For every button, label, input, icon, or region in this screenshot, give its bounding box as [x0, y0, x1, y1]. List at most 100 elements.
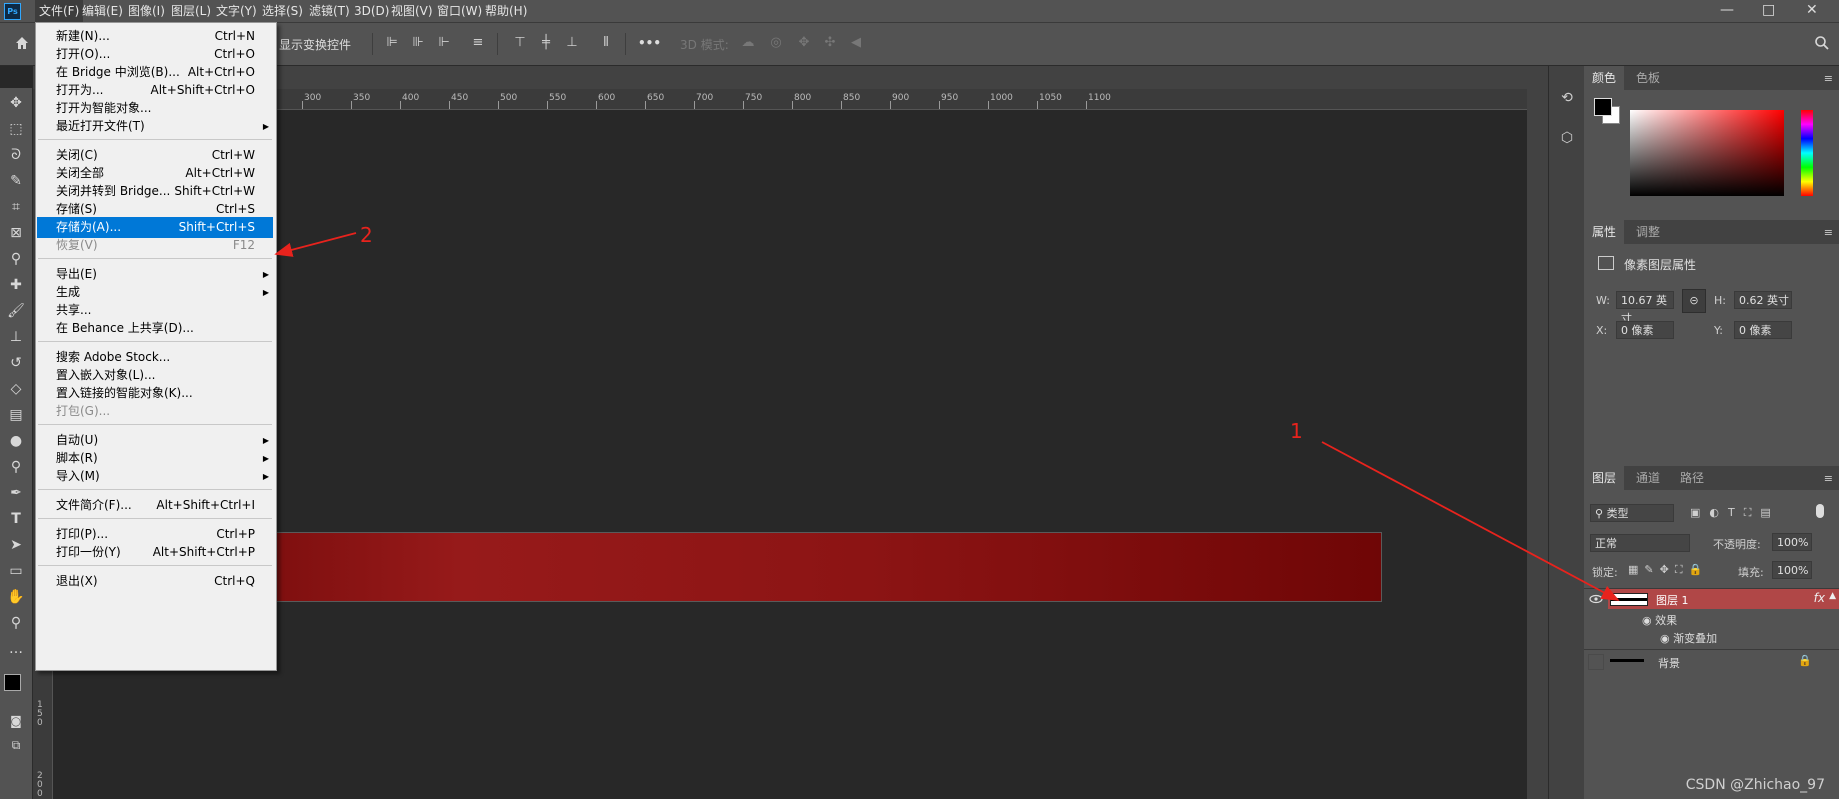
- file-menu-item[interactable]: 文件简介(F)... Alt+Shift+Ctrl+I: [37, 495, 273, 516]
- type-tool-icon[interactable]: T: [5, 508, 27, 530]
- history-panel-icon[interactable]: ⟲: [1557, 88, 1577, 108]
- layer-filter-kind[interactable]: ⚲ 类型: [1590, 504, 1674, 522]
- panel-menu-icon[interactable]: ≡: [1824, 226, 1833, 239]
- fx-badge[interactable]: fx: [1814, 591, 1825, 605]
- history-brush-tool-icon[interactable]: ↺: [5, 352, 27, 374]
- lock-icons[interactable]: ▦✎✥⛶🔒: [1628, 563, 1708, 577]
- zoom-tool-icon[interactable]: ⚲: [5, 612, 27, 634]
- menu-type[interactable]: 文字(Y): [212, 0, 261, 22]
- maximize-button[interactable]: □: [1762, 0, 1775, 22]
- effects-row[interactable]: ◉ 效果: [1642, 612, 1677, 628]
- menu-filter[interactable]: 滤镜(T): [305, 0, 354, 22]
- minimize-button[interactable]: —: [1720, 0, 1734, 22]
- frame-tool-icon[interactable]: ⊠: [5, 222, 27, 244]
- tab-paths[interactable]: 路径: [1672, 466, 1712, 490]
- hand-tool-icon[interactable]: ✋: [5, 586, 27, 608]
- file-menu-item[interactable]: 在 Behance 上共享(D)...: [37, 318, 273, 339]
- collapse-effects-icon[interactable]: ▲: [1829, 591, 1836, 601]
- align-right-icon[interactable]: ⊩: [436, 35, 452, 51]
- more-options-button[interactable]: •••: [638, 36, 661, 50]
- eyedropper-tool-icon[interactable]: ⚲: [5, 248, 27, 270]
- x-field[interactable]: 0 像素: [1616, 321, 1674, 339]
- distribute-v-icon[interactable]: ⦀: [598, 35, 614, 51]
- menu-image[interactable]: 图像(I): [124, 0, 169, 22]
- filter-toggle-icon[interactable]: [1816, 504, 1824, 518]
- blend-mode-select[interactable]: 正常: [1590, 534, 1690, 552]
- background-layer-name[interactable]: 背景: [1658, 655, 1680, 671]
- y-field[interactable]: 0 像素: [1734, 321, 1792, 339]
- menu-select[interactable]: 选择(S): [258, 0, 307, 22]
- fill-field[interactable]: 100%: [1772, 561, 1812, 579]
- clone-stamp-tool-icon[interactable]: ⊥: [5, 326, 27, 348]
- file-menu-item[interactable]: 最近打开文件(T) ▶: [37, 116, 273, 137]
- layer-row-selected[interactable]: 图层 1 fx ▲: [1608, 589, 1839, 609]
- 3d-orbit-icon[interactable]: ☁: [740, 35, 756, 51]
- lasso-tool-icon[interactable]: ᘐ: [5, 144, 27, 166]
- height-field[interactable]: 0.62 英寸: [1734, 291, 1792, 309]
- show-transform-controls[interactable]: 显示变换控件: [279, 36, 351, 53]
- width-field[interactable]: 10.67 英寸: [1616, 291, 1674, 325]
- align-middle-v-icon[interactable]: ╪: [538, 35, 554, 51]
- foreground-color-swatch[interactable]: [4, 674, 21, 691]
- align-bottom-icon[interactable]: ⊥: [564, 35, 580, 51]
- screen-mode-icon[interactable]: ⧉: [5, 734, 27, 756]
- panel-menu-icon[interactable]: ≡: [1824, 472, 1833, 485]
- menu-view[interactable]: 视图(V): [387, 0, 437, 22]
- layer-name[interactable]: 图层 1: [1656, 592, 1689, 608]
- home-icon[interactable]: [14, 35, 30, 51]
- move-tool-icon[interactable]: ✥: [5, 92, 27, 114]
- align-center-h-icon[interactable]: ⊪: [410, 35, 426, 51]
- close-button[interactable]: ✕: [1806, 0, 1818, 22]
- color-foreground-swatch[interactable]: [1594, 98, 1612, 116]
- tab-swatches[interactable]: 色板: [1628, 66, 1668, 90]
- menu-window[interactable]: 窗口(W): [433, 0, 486, 22]
- 3d-camera-icon[interactable]: ◀: [848, 35, 864, 51]
- 3d-panel-icon[interactable]: ⬡: [1557, 128, 1577, 148]
- menu-help[interactable]: 帮助(H): [481, 0, 531, 22]
- tab-properties[interactable]: 属性: [1584, 220, 1625, 244]
- quick-select-tool-icon[interactable]: ✎: [5, 170, 27, 192]
- file-menu-item[interactable]: 打印一份(Y) Alt+Shift+Ctrl+P: [37, 542, 273, 563]
- color-picker-field[interactable]: [1630, 110, 1784, 196]
- dodge-tool-icon[interactable]: ⚲: [5, 456, 27, 478]
- file-menu-item[interactable]: 退出(X) Ctrl+Q: [37, 571, 273, 592]
- distribute-icon[interactable]: ≡: [470, 35, 486, 51]
- hue-slider[interactable]: [1801, 110, 1813, 196]
- rectangle-tool-icon[interactable]: ▭: [5, 560, 27, 582]
- quick-mask-icon[interactable]: ◙: [5, 710, 27, 732]
- path-select-tool-icon[interactable]: ➤: [5, 534, 27, 556]
- link-dimensions-icon[interactable]: ⊝: [1682, 289, 1706, 313]
- align-top-icon[interactable]: ⊤: [512, 35, 528, 51]
- tab-color[interactable]: 颜色: [1584, 66, 1625, 90]
- red-gradient-layer[interactable]: [233, 532, 1382, 602]
- tab-channels[interactable]: 通道: [1628, 466, 1668, 490]
- search-icon[interactable]: [1814, 35, 1830, 51]
- eye-icon[interactable]: ◉: [1660, 632, 1670, 645]
- gradient-tool-icon[interactable]: ▤: [5, 404, 27, 426]
- healing-brush-tool-icon[interactable]: ✚: [5, 274, 27, 296]
- eye-icon[interactable]: ◉: [1642, 614, 1652, 627]
- 3d-slide-icon[interactable]: ✣: [822, 35, 838, 51]
- align-left-icon[interactable]: ⊫: [384, 35, 400, 51]
- file-menu-item[interactable]: 导入(M) ▶: [37, 466, 273, 487]
- eraser-tool-icon[interactable]: ◇: [5, 378, 27, 400]
- pen-tool-icon[interactable]: ✒: [5, 482, 27, 504]
- layer-filter-icons[interactable]: ▣◐T⛶▤: [1690, 506, 1780, 520]
- crop-tool-icon[interactable]: ⌗: [5, 196, 27, 218]
- marquee-tool-icon[interactable]: ⬚: [5, 118, 27, 140]
- brush-tool-icon[interactable]: 🖌: [5, 300, 27, 322]
- panel-menu-icon[interactable]: ≡: [1824, 72, 1833, 85]
- tab-adjustments[interactable]: 调整: [1628, 220, 1668, 244]
- layer-visibility-eye-icon[interactable]: [1584, 589, 1608, 609]
- menu-layer[interactable]: 图层(L): [167, 0, 215, 22]
- menu-edit[interactable]: 编辑(E): [78, 0, 127, 22]
- 3d-pan-icon[interactable]: ✥: [796, 35, 812, 51]
- gradient-overlay-row[interactable]: ◉ 渐变叠加: [1660, 630, 1717, 646]
- 3d-roll-icon[interactable]: ◎: [768, 35, 784, 51]
- tab-layers[interactable]: 图层: [1584, 466, 1625, 490]
- menu-file[interactable]: 文件(F): [35, 0, 84, 22]
- background-visibility-box[interactable]: [1588, 654, 1604, 670]
- opacity-field[interactable]: 100%: [1772, 533, 1812, 551]
- blur-tool-icon[interactable]: ●: [5, 430, 27, 452]
- more-tools-icon[interactable]: …: [5, 638, 27, 660]
